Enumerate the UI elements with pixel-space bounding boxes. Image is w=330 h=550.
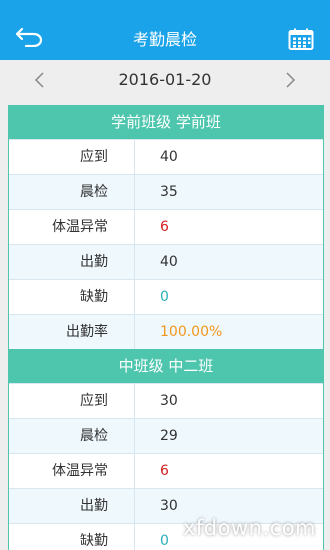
stat-label: 体温异常 [9, 454, 135, 488]
page-title: 考勤晨检 [132, 30, 197, 49]
stat-value: 30 [160, 393, 178, 409]
stat-value: 35 [160, 184, 178, 200]
stat-value: 6 [160, 219, 169, 235]
stat-value: 100.00% [160, 324, 223, 340]
stat-label: 缺勤 [9, 280, 135, 314]
stat-label: 应到 [9, 384, 135, 418]
stat-label: 体温异常 [9, 210, 135, 244]
stat-value: 0 [160, 289, 169, 305]
stat-row: 体温异常 6 [9, 209, 323, 244]
stat-label: 晨检 [9, 419, 135, 453]
class-card-title: 中班级 中二班 [9, 350, 323, 383]
stat-label: 缺勤 [9, 524, 135, 550]
class-card-title: 学前班级 学前班 [9, 106, 323, 139]
class-card: 学前班级 学前班 应到 40 晨检 35 体温异常 6 出勤 40 缺勤 0 出… [8, 105, 324, 350]
stat-label: 应到 [9, 140, 135, 174]
stat-row: 应到 30 [9, 383, 323, 418]
calendar-icon[interactable] [288, 28, 314, 50]
stat-value: 29 [160, 428, 178, 444]
stat-row: 缺勤 0 [9, 279, 323, 314]
stat-row: 出勤 40 [9, 244, 323, 279]
stat-label: 出勤率 [9, 315, 135, 349]
stat-label: 晨检 [9, 175, 135, 209]
app-header: 考勤晨检 [0, 0, 330, 60]
stat-row: 体温异常 6 [9, 453, 323, 488]
stat-row: 应到 40 [9, 139, 323, 174]
watermark: xfdown.com [182, 516, 316, 540]
stat-label: 出勤 [9, 489, 135, 523]
stat-value: 6 [160, 463, 169, 479]
stat-label: 出勤 [9, 245, 135, 279]
stat-row: 晨检 35 [9, 174, 323, 209]
stat-row: 出勤率 100.00% [9, 314, 323, 349]
stat-value: 40 [160, 149, 178, 165]
chevron-right-icon[interactable] [280, 70, 300, 90]
stat-value: 40 [160, 254, 178, 270]
stat-row: 晨检 29 [9, 418, 323, 453]
date-navigator: 2016-01-20 [0, 60, 330, 100]
